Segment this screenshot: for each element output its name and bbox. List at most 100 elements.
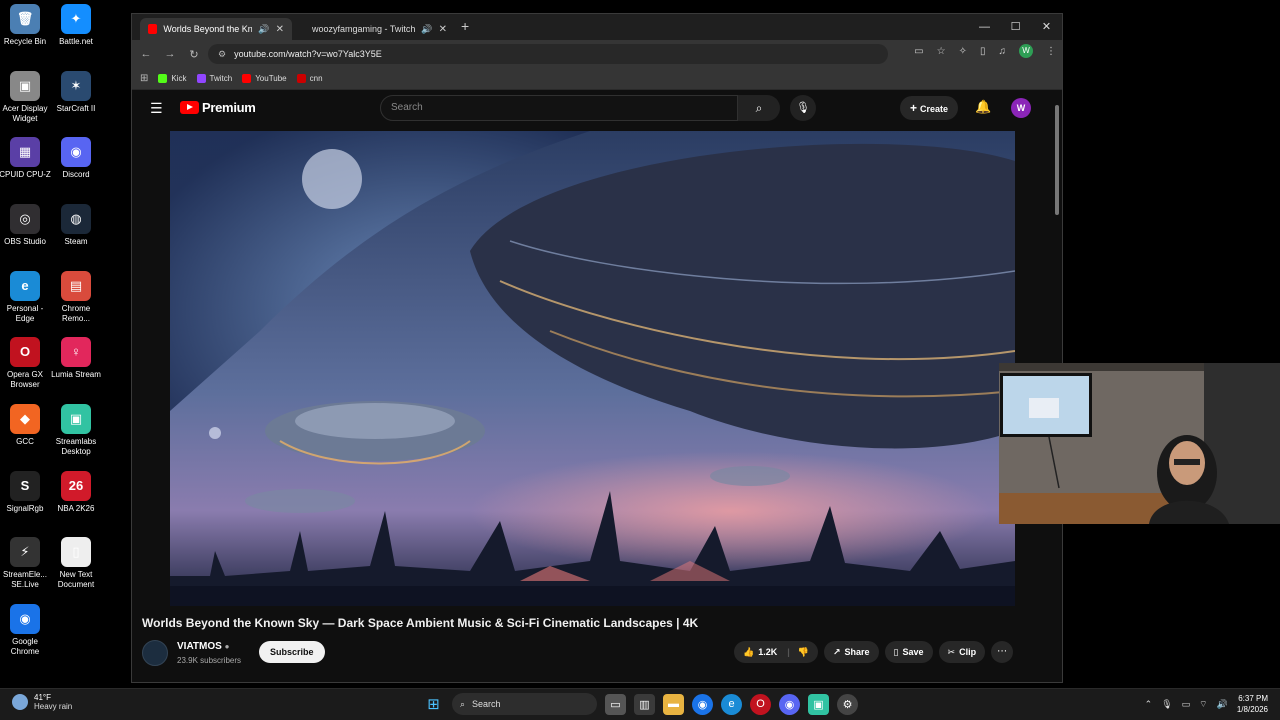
bookmark-label: cnn <box>309 74 323 83</box>
close-tab-icon[interactable]: ✕ <box>439 24 447 35</box>
bookmark-kick[interactable]: Kick <box>158 74 187 83</box>
speaker-icon[interactable]: 🔊 <box>258 24 269 35</box>
apps-grid-icon[interactable]: ⊞ <box>140 73 148 84</box>
bookmark-youtube[interactable]: YouTube <box>242 74 287 83</box>
subscribe-button[interactable]: Subscribe <box>259 641 325 663</box>
desktop-icon[interactable]: S SignalRgb <box>0 471 51 514</box>
volume-icon[interactable]: 🔊 <box>1217 699 1228 710</box>
opera-gx-icon[interactable]: O <box>750 693 771 715</box>
desktop-icon[interactable]: 🗑 Recycle Bin <box>0 4 51 47</box>
more-actions-icon[interactable]: ⋯ <box>991 641 1014 663</box>
microphone-icon[interactable]: 🎙 <box>1161 699 1172 710</box>
desktop-icon-label: Discord <box>62 170 90 179</box>
close-tab-icon[interactable]: ✕ <box>276 24 284 35</box>
youtube-favicon-icon <box>148 24 158 34</box>
extensions-icon[interactable]: ✧ <box>959 46 967 57</box>
twitch-icon <box>196 74 206 83</box>
split-view-icon[interactable]: ▯ <box>980 46 986 57</box>
thumbs-down-icon[interactable]: 👎 <box>798 641 809 663</box>
discord-icon[interactable]: ◉ <box>779 693 800 715</box>
desktop-icon[interactable]: O Opera GX Browser <box>0 337 51 390</box>
desktop-icon[interactable]: ▣ Streamlabs Desktop <box>50 404 102 457</box>
media-icon[interactable]: ♫ <box>999 46 1007 57</box>
desktop-icon[interactable]: ◉ Discord <box>50 137 102 180</box>
share-button[interactable]: ↗ Share <box>823 641 879 663</box>
bookmark-twitch[interactable]: Twitch <box>196 74 232 83</box>
search-button[interactable]: ⌕ <box>738 95 780 121</box>
cast-icon[interactable]: ▭ <box>914 46 923 57</box>
temperature: 41°F <box>34 693 51 702</box>
like-button[interactable]: 👍 1.2K | 👎 <box>734 641 818 663</box>
time: 6:37 PM <box>1238 694 1268 703</box>
edge-icon[interactable]: e <box>721 693 742 715</box>
search-input[interactable]: Search <box>380 95 738 121</box>
back-icon[interactable]: ← <box>134 48 158 60</box>
desktop-icon[interactable]: ▯ New Text Document <box>50 537 102 590</box>
file-explorer-icon[interactable]: ▬ <box>663 693 684 715</box>
profile-avatar[interactable]: W <box>1019 44 1033 58</box>
channel-avatar[interactable] <box>142 640 168 666</box>
desktop-icon[interactable]: ✶ StarCraft II <box>50 71 102 114</box>
task-view-icon[interactable]: ▭ <box>605 693 626 715</box>
desktop-icon[interactable]: ◆ GCC <box>0 404 51 447</box>
video-player[interactable] <box>170 131 1015 606</box>
date: 1/8/2026 <box>1236 705 1268 714</box>
bookmark-cnn[interactable]: cnn <box>296 74 323 83</box>
desktop-icon[interactable]: ◎ OBS Studio <box>0 204 51 247</box>
clock[interactable]: 6:37 PM 1/8/2026 <box>1237 693 1268 715</box>
tab-youtube[interactable]: Worlds Beyond the Known 🔊 ✕ <box>140 18 292 40</box>
webcam-overlay <box>999 363 1280 524</box>
site-info-icon[interactable]: ⚙ <box>218 49 226 60</box>
start-windows-icon[interactable]: ⊞ <box>423 694 444 715</box>
desktop-icon[interactable]: ◍ Steam <box>50 204 102 247</box>
app-settings-icon[interactable]: ⚙ <box>837 693 858 715</box>
youtube-logo[interactable]: Premium <box>180 100 256 115</box>
taskbar-search[interactable]: ⌕ Search <box>452 693 597 715</box>
widgets-icon[interactable]: ▥ <box>634 693 655 715</box>
voice-search-button[interactable]: 🎙 <box>790 95 816 121</box>
desktop-icon[interactable]: 26 NBA 2K26 <box>50 471 102 514</box>
network-icon[interactable]: ⌔ <box>1199 699 1207 710</box>
reload-icon[interactable]: ↻ <box>182 48 206 61</box>
display-icon[interactable]: ▭ <box>1182 699 1191 710</box>
channel-name[interactable]: VIATMOS ● <box>177 641 229 652</box>
desktop-icon[interactable]: e Personal - Edge <box>0 271 51 324</box>
url-input[interactable]: ⚙ youtube.com/watch?v=wo7Yalc3Y5E <box>208 44 888 64</box>
account-avatar[interactable]: W <box>1011 98 1031 118</box>
minimize-icon[interactable]: — <box>969 14 1000 40</box>
desktop-icon-label: Google Chrome <box>10 637 40 656</box>
thumbs-up-icon: 👍 <box>743 647 755 657</box>
share-icon: ↗ <box>832 647 841 657</box>
clip-button[interactable]: ✂ Clip <box>938 641 986 663</box>
menu-icon[interactable]: ☰ <box>150 100 163 117</box>
chrome-icon[interactable]: ◉ <box>692 693 713 715</box>
desktop-icon-label: Chrome Remo... <box>61 304 91 323</box>
desktop-icon[interactable]: ⚡ StreamEle... SE.Live <box>0 537 51 590</box>
app-icon: ◆ <box>10 404 40 434</box>
create-button[interactable]: + Create <box>900 96 959 120</box>
maximize-icon[interactable]: ☐ <box>1000 14 1031 40</box>
save-button[interactable]: ▯ Save <box>884 641 933 663</box>
weather-widget[interactable]: 41°F Heavy rain <box>12 693 72 711</box>
desktop-icon[interactable]: ♀ Lumia Stream <box>50 337 102 380</box>
bookmark-star-icon[interactable]: ☆ <box>937 46 946 57</box>
close-window-icon[interactable]: ✕ <box>1031 14 1062 40</box>
show-hidden-icons-icon[interactable]: ⌃ <box>1145 699 1153 710</box>
microphone-icon: 🎙 <box>796 102 810 114</box>
forward-icon[interactable]: → <box>158 48 182 60</box>
window-controls: — ☐ ✕ <box>969 14 1062 40</box>
desktop-icon[interactable]: ▤ Chrome Remo... <box>50 271 102 324</box>
desktop-icon[interactable]: ▣ Acer Display Widget <box>0 71 51 124</box>
desktop-icon[interactable]: ◉ Google Chrome <box>0 604 51 657</box>
menu-dots-icon[interactable]: ⋮ <box>1046 46 1056 57</box>
scrollbar-thumb[interactable] <box>1055 105 1059 215</box>
tab-twitch[interactable]: woozyfamgaming - Twitch 🔊 ✕ <box>298 18 448 40</box>
speaker-icon[interactable]: 🔊 <box>421 24 432 35</box>
new-tab-icon[interactable]: + <box>461 18 469 34</box>
subscriber-count: 23.9K subscribers <box>177 656 242 665</box>
notifications-bell-icon[interactable]: 🔔 <box>975 99 991 115</box>
desktop-icon[interactable]: ✦ Battle.net <box>50 4 102 47</box>
streamlabs-icon[interactable]: ▣ <box>808 693 829 715</box>
app-icon: ⚡ <box>10 537 40 567</box>
desktop-icon[interactable]: ▦ CPUID CPU-Z <box>0 137 51 180</box>
